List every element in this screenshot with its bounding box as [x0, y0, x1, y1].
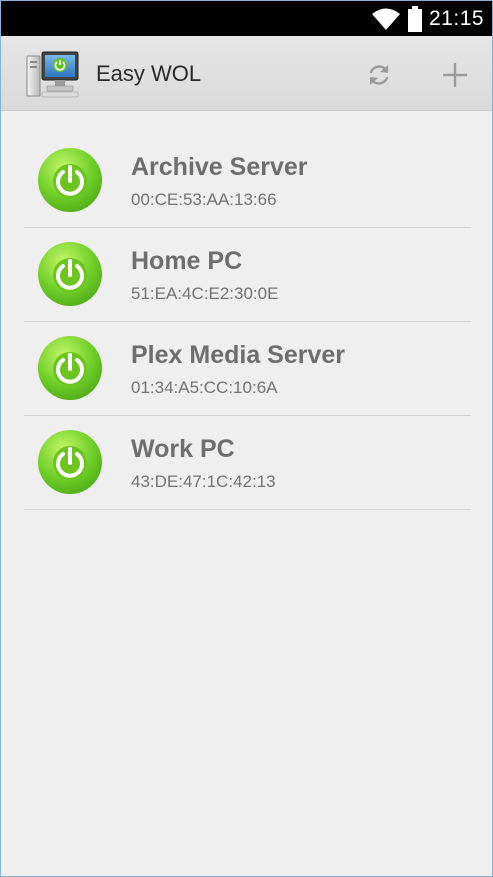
add-icon	[443, 63, 467, 87]
device-mac-address: 43:DE:47:1C:42:13	[131, 472, 276, 491]
device-list: Archive Server 00:CE:53:AA:13:66 Home PC…	[24, 134, 471, 510]
power-icon[interactable]	[37, 241, 103, 307]
device-name: Archive Server	[131, 153, 308, 181]
action-bar: Easy WOL	[1, 36, 492, 111]
battery-icon	[408, 6, 422, 32]
device-list-item[interactable]: Home PC 51:EA:4C:E2:30:0E	[24, 228, 471, 322]
device-list-item[interactable]: Archive Server 00:CE:53:AA:13:66	[24, 134, 471, 228]
device-name: Home PC	[131, 247, 243, 275]
refresh-button[interactable]	[359, 56, 399, 94]
status-bar: 21:15	[1, 1, 492, 36]
add-device-button[interactable]	[435, 56, 475, 94]
power-icon[interactable]	[37, 147, 103, 213]
computer-power-icon	[26, 51, 79, 98]
device-mac-address: 51:EA:4C:E2:30:0E	[131, 284, 279, 303]
refresh-icon	[369, 65, 389, 85]
device-name: Plex Media Server	[131, 341, 346, 369]
power-icon[interactable]	[37, 429, 103, 495]
device-list-item[interactable]: Work PC 43:DE:47:1C:42:13	[24, 416, 471, 510]
app-screen: 21:15 Easy WOL Archive Server 00:CE:53:A…	[0, 0, 493, 877]
power-icon[interactable]	[37, 335, 103, 401]
device-name: Work PC	[131, 435, 235, 463]
status-clock: 21:15	[429, 7, 485, 30]
device-mac-address: 01:34:A5:CC:10:6A	[131, 378, 278, 397]
device-mac-address: 00:CE:53:AA:13:66	[131, 190, 277, 209]
wifi-icon	[372, 8, 400, 30]
device-list-item[interactable]: Plex Media Server 01:34:A5:CC:10:6A	[24, 322, 471, 416]
app-title: Easy WOL	[96, 61, 202, 86]
